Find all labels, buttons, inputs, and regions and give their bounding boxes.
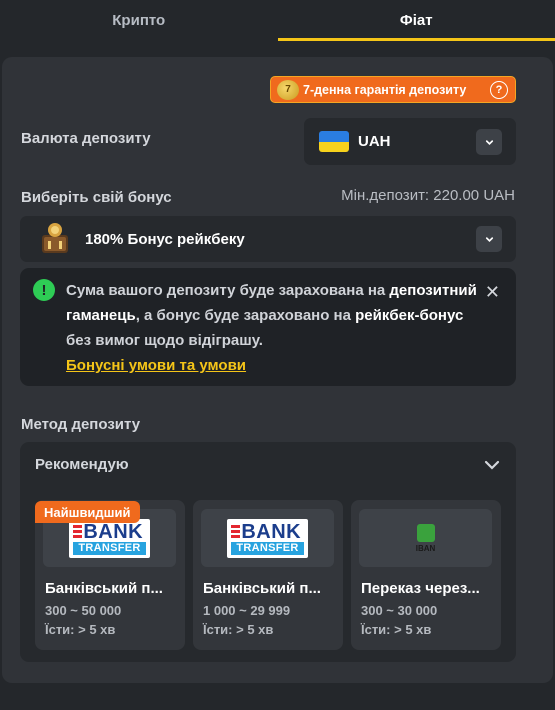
- chevron-down-icon[interactable]: [476, 129, 502, 155]
- method-name: Переказ через...: [361, 580, 480, 597]
- tab-crypto[interactable]: Крипто: [0, 0, 278, 41]
- bank-transfer-logo: BANK TRANSFER: [201, 509, 334, 567]
- close-icon[interactable]: ✕: [485, 282, 500, 303]
- notice-text: Сума вашого депозиту буде зарахована на …: [66, 282, 477, 374]
- bonus-select[interactable]: 180% Бонус рейкбеку: [20, 216, 516, 262]
- method-name: Банківський п...: [203, 580, 321, 597]
- method-range: 300 ~ 50 000: [45, 603, 122, 618]
- method-range: 1 000 ~ 29 999: [203, 603, 291, 618]
- guarantee-label: 7-денна гарантія депозиту: [303, 82, 467, 97]
- method-eta: Їсти: > 5 хв: [361, 622, 432, 637]
- method-range: 300 ~ 30 000: [361, 603, 438, 618]
- deposit-method-label: Метод депозиту: [21, 416, 141, 433]
- exclamation-icon: !: [33, 279, 55, 301]
- guarantee-seal-icon: 7: [277, 79, 299, 100]
- tab-fiat[interactable]: Фіат: [277, 0, 555, 41]
- method-eta: Їсти: > 5 хв: [203, 622, 274, 637]
- currency-label: Валюта депозиту: [21, 130, 151, 147]
- chevron-down-icon[interactable]: [476, 226, 502, 252]
- bonus-notice: ! Сума вашого депозиту буде зарахована н…: [20, 268, 516, 386]
- payment-method-card[interactable]: IBAN Переказ через... 300 ~ 30 000 Їсти:…: [351, 500, 501, 650]
- bonus-selected: 180% Бонус рейкбеку: [85, 230, 245, 248]
- min-deposit-text: Мін.депозит: 220.00 UAH: [341, 187, 515, 204]
- method-name: Банківський п...: [45, 580, 163, 597]
- recommended-group-label: Рекомендую: [35, 456, 129, 473]
- method-eta: Їсти: > 5 хв: [45, 622, 116, 637]
- chevron-down-icon[interactable]: [484, 458, 500, 476]
- rakeback-bonus-icon: [37, 220, 73, 258]
- payment-method-card[interactable]: BANK TRANSFER Банківський п... 1 000 ~ 2…: [193, 500, 343, 650]
- currency-select[interactable]: UAH: [304, 118, 516, 165]
- bonus-label: Виберіть свій бонус: [21, 189, 172, 206]
- deposit-type-tabs: Крипто Фіат: [0, 0, 555, 41]
- deposit-guarantee-badge[interactable]: 7 7-денна гарантія депозиту ?: [270, 76, 516, 103]
- ukraine-flag-icon: [319, 131, 349, 152]
- bonus-terms-link[interactable]: Бонусні умови та умови: [66, 357, 246, 374]
- fastest-badge: Найшвидший: [35, 501, 140, 523]
- deposit-methods-box: Рекомендую BANK TRANSFER Банківський п..…: [20, 442, 516, 662]
- question-icon[interactable]: ?: [490, 81, 508, 99]
- iban-logo: IBAN: [359, 509, 492, 567]
- currency-code: UAH: [358, 133, 391, 150]
- iban-mark-icon: [416, 523, 435, 542]
